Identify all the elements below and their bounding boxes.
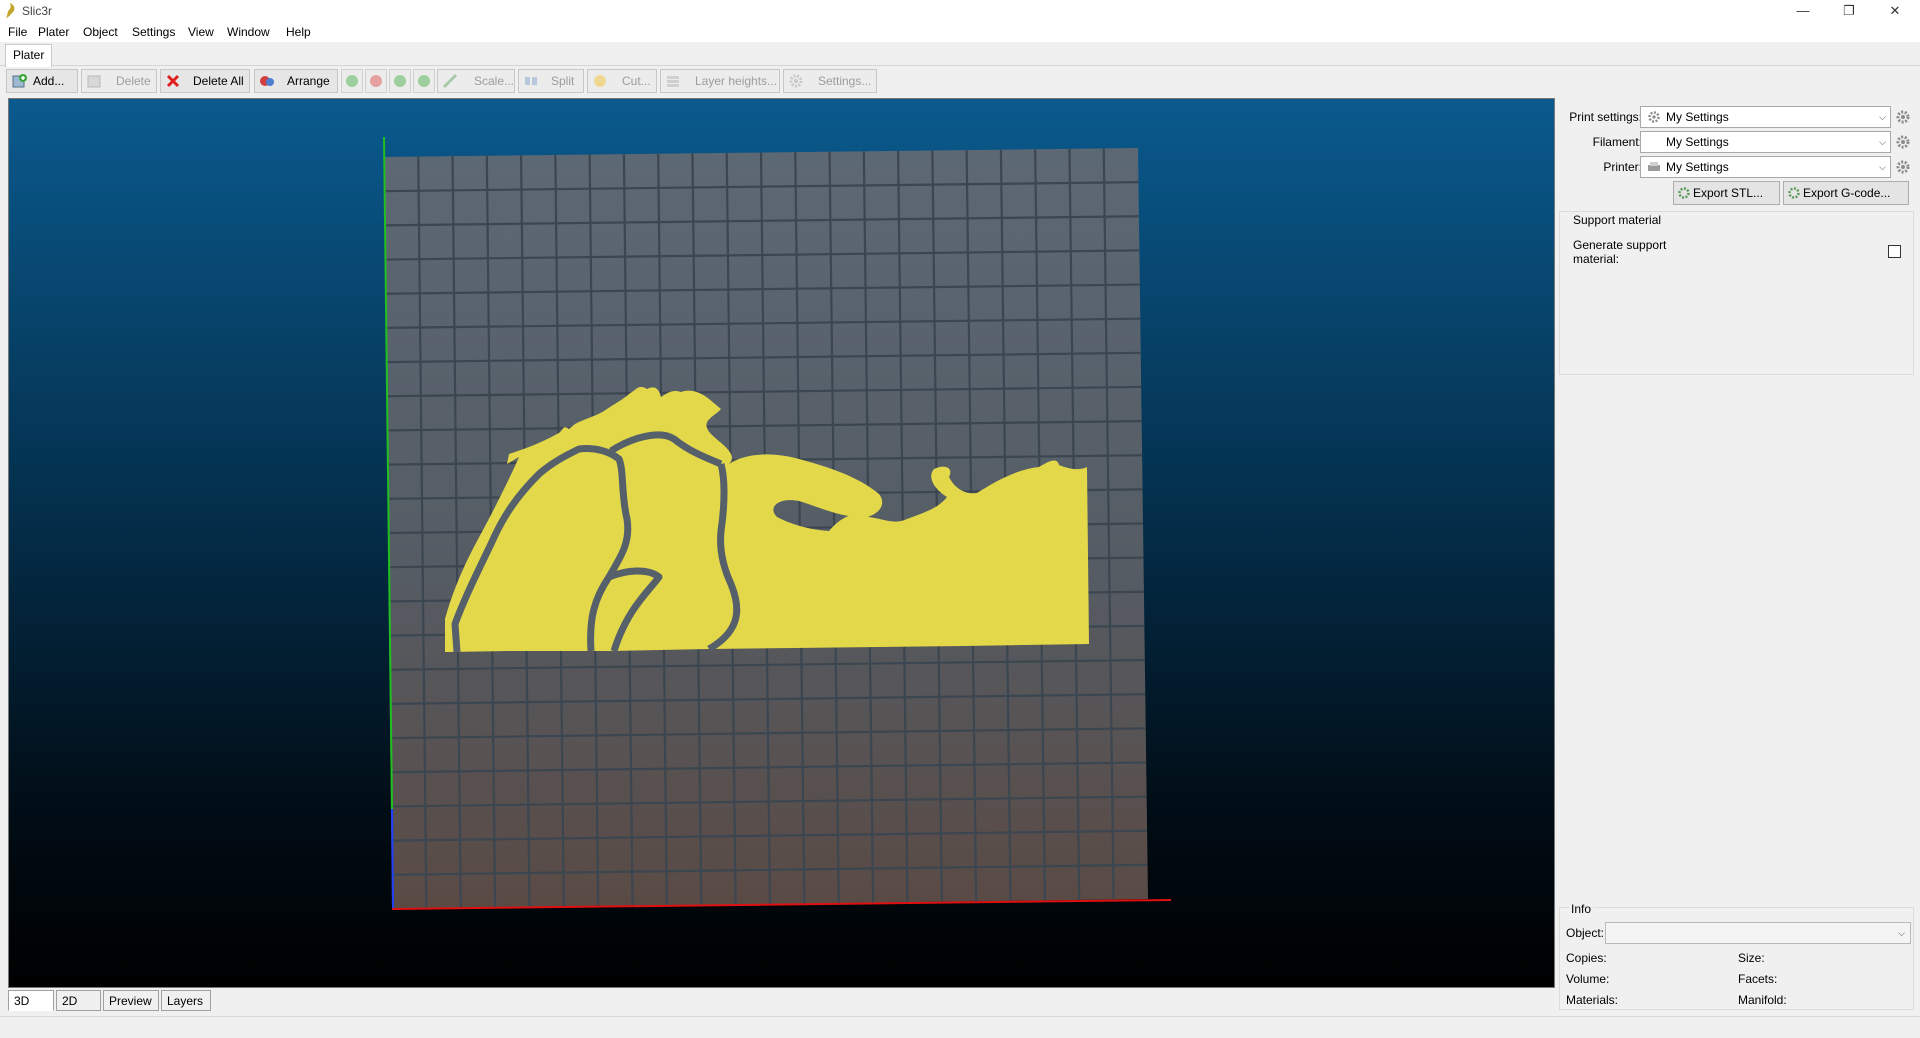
delete-button[interactable]: Delete <box>81 69 157 93</box>
menu-view[interactable]: View <box>188 25 214 39</box>
support-material-title: Support material <box>1571 213 1664 227</box>
copies-label: Copies: <box>1566 951 1607 965</box>
printer-select[interactable]: My Settings ⌵ <box>1640 156 1891 178</box>
gear-icon[interactable] <box>1895 109 1911 125</box>
generate-support-label: Generate support material: <box>1573 238 1667 266</box>
status-bar <box>0 1016 1920 1038</box>
menu-settings[interactable]: Settings <box>132 25 175 39</box>
size-label: Size: <box>1738 951 1765 965</box>
3d-scene <box>383 136 1172 910</box>
object-select[interactable]: ⌵ <box>1605 922 1911 944</box>
print-settings-row: Print settings: My Settings ⌵ <box>1559 106 1920 128</box>
title-bar: Slic3r — ❐ ✕ <box>0 0 1920 22</box>
object-settings-button[interactable]: Settings... <box>783 69 877 93</box>
menu-file[interactable]: File <box>8 25 27 39</box>
3d-viewport[interactable] <box>8 98 1555 988</box>
window-title: Slic3r <box>22 4 53 18</box>
rotate-cw-icon <box>418 75 430 87</box>
scale-icon <box>442 73 458 89</box>
tab-preview[interactable]: Preview <box>103 990 159 1011</box>
filament-select[interactable]: My Settings ⌵ <box>1640 131 1891 153</box>
settings-icon <box>789 74 803 88</box>
delete-all-icon <box>166 74 180 88</box>
support-material-group <box>1559 211 1914 375</box>
toolbar: Add... Delete Delete All Arrange Scale..… <box>0 67 1920 95</box>
volume-label: Volume: <box>1566 972 1610 986</box>
menu-window[interactable]: Window <box>227 25 270 39</box>
notebook-tabs: Plater <box>0 42 1920 67</box>
export-icon <box>1788 187 1800 199</box>
export-icon <box>1678 187 1690 199</box>
delete-icon <box>87 75 101 88</box>
facets-label: Facets: <box>1738 972 1778 986</box>
cut-icon <box>594 75 606 87</box>
tab-plater[interactable]: Plater <box>5 44 53 67</box>
chevron-down-icon: ⌵ <box>1898 928 1905 938</box>
cut-button[interactable]: Cut... <box>587 69 657 93</box>
manifold-label: Manifold: <box>1738 993 1787 1007</box>
filament-row: Filament: My Settings ⌵ <box>1559 131 1920 153</box>
arrange-icon <box>260 76 274 86</box>
maximize-button[interactable]: ❐ <box>1827 0 1871 22</box>
tab-layers[interactable]: Layers <box>161 990 211 1011</box>
export-gcode-button[interactable]: Export G-code... <box>1783 181 1909 205</box>
tab-3d[interactable]: 3D <box>8 990 54 1011</box>
layer-heights-icon <box>667 76 679 87</box>
info-title: Info <box>1569 902 1594 916</box>
split-button[interactable]: Split <box>518 69 584 93</box>
menu-bar: File Plater Object Settings View Window … <box>0 22 1920 42</box>
delete-all-button[interactable]: Delete All <box>160 69 250 93</box>
rotate-ccw-button[interactable] <box>389 69 411 93</box>
gear-icon[interactable] <box>1895 159 1911 175</box>
z-axis <box>391 808 394 910</box>
layer-heights-button[interactable]: Layer heights... <box>660 69 780 93</box>
object-label: Object: <box>1566 926 1605 940</box>
materials-label: Materials: <box>1566 993 1619 1007</box>
close-button[interactable]: ✕ <box>1873 0 1917 22</box>
export-stl-button[interactable]: Export STL... <box>1673 181 1780 205</box>
print-settings-label: Print settings: <box>1569 110 1642 124</box>
generate-support-checkbox[interactable] <box>1888 245 1901 258</box>
slic3r-logo-icon <box>6 3 15 18</box>
chevron-down-icon: ⌵ <box>1879 162 1886 172</box>
rotate-cw-button[interactable] <box>413 69 435 93</box>
decrease-icon <box>370 75 382 87</box>
increase-copies-button[interactable] <box>341 69 363 93</box>
printer-icon <box>1648 162 1660 171</box>
menu-plater[interactable]: Plater <box>38 25 69 39</box>
chevron-down-icon: ⌵ <box>1879 137 1886 147</box>
filament-label: Filament: <box>1592 135 1642 149</box>
rotate-ccw-icon <box>394 75 406 87</box>
add-button[interactable]: Add... <box>6 69 78 93</box>
increase-icon <box>346 75 358 87</box>
printer-label: Printer: <box>1603 160 1642 174</box>
split-icon <box>525 77 537 85</box>
scale-button[interactable]: Scale... <box>437 69 515 93</box>
minimize-button[interactable]: — <box>1781 0 1825 22</box>
arrange-button[interactable]: Arrange <box>254 69 338 93</box>
chevron-down-icon: ⌵ <box>1879 112 1886 122</box>
printer-row: Printer: My Settings ⌵ <box>1559 156 1920 178</box>
gear-icon[interactable] <box>1895 134 1911 150</box>
right-panel: Print settings: My Settings ⌵ Filament: … <box>1559 97 1920 1012</box>
menu-help[interactable]: Help <box>286 25 311 39</box>
add-icon <box>12 74 27 88</box>
decrease-copies-button[interactable] <box>365 69 387 93</box>
menu-object[interactable]: Object <box>83 25 118 39</box>
print-settings-select[interactable]: My Settings ⌵ <box>1640 106 1891 128</box>
gear-icon <box>1648 111 1660 123</box>
tab-2d[interactable]: 2D <box>56 990 101 1011</box>
